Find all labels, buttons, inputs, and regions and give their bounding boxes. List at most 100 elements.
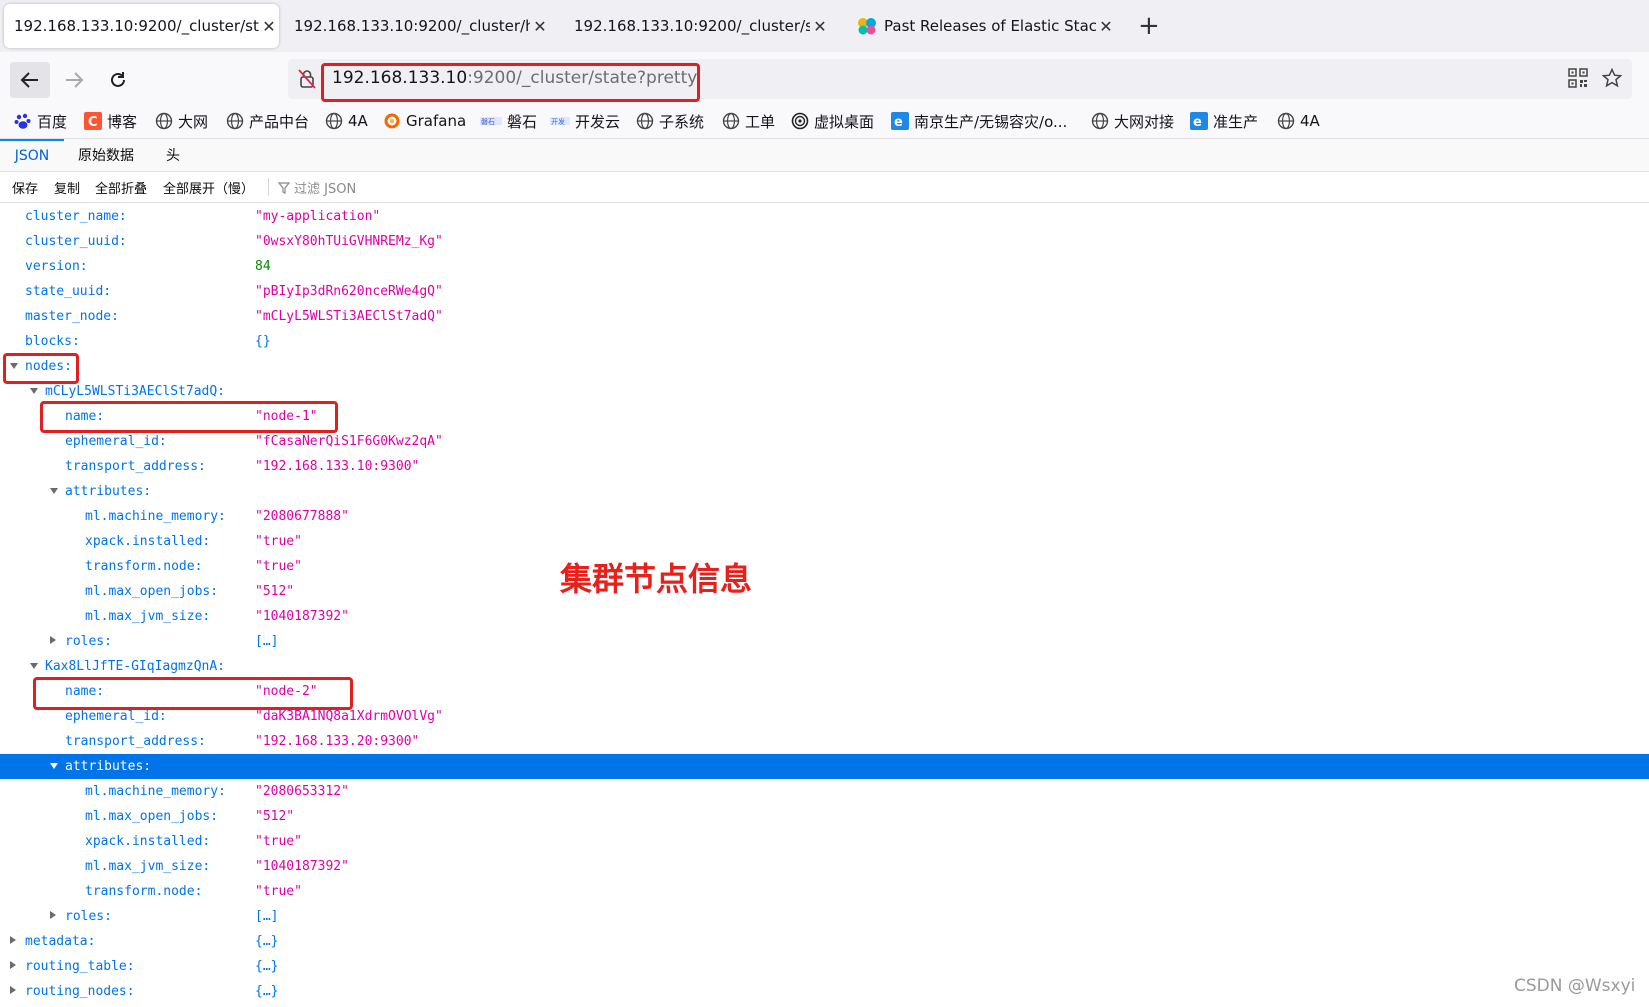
bookmark-item[interactable]: C 博客 xyxy=(84,104,137,138)
bookmark-item[interactable]: 百度 xyxy=(14,104,67,138)
bookmark-item[interactable]: 大网对接 xyxy=(1091,104,1174,138)
json-row[interactable]: attributes: xyxy=(0,479,1649,504)
bookmark-item[interactable]: 开发 开发云 xyxy=(550,104,620,138)
reload-button[interactable] xyxy=(98,62,138,98)
json-key: cluster_name: xyxy=(25,209,127,224)
json-row[interactable]: transform.node: "true" xyxy=(0,554,1649,579)
expand-toggle-closed-icon[interactable] xyxy=(10,961,16,969)
tab-json[interactable]: JSON xyxy=(0,139,64,171)
json-row[interactable]: ml.machine_memory: "2080653312" xyxy=(0,779,1649,804)
bookmark-label: 大网 xyxy=(178,112,209,131)
json-value: "pBIyIp3dRn620nceRWe4gQ" xyxy=(255,284,443,299)
save-button[interactable]: 保存 xyxy=(12,178,38,197)
bookmark-item[interactable]: Grafana xyxy=(383,104,466,138)
bookmark-label: 虚拟桌面 xyxy=(814,112,875,131)
json-row[interactable]: version: 84 xyxy=(0,254,1649,279)
tab-elastic-releases[interactable]: Past Releases of Elastic Stack ✕ xyxy=(846,4,1116,48)
json-row[interactable]: ml.max_open_jobs: "512" xyxy=(0,804,1649,829)
expand-toggle-open-icon[interactable] xyxy=(30,663,38,669)
expand-toggle-closed-icon[interactable] xyxy=(50,636,56,644)
json-row[interactable]: state_uuid: "pBIyIp3dRn620nceRWe4gQ" xyxy=(0,279,1649,304)
json-row[interactable]: transform.node: "true" xyxy=(0,879,1649,904)
bookmark-label: 博客 xyxy=(107,112,138,131)
bookmark-item[interactable]: 磐石 磐石 xyxy=(480,104,537,138)
filter-json-input[interactable]: 过滤 JSON xyxy=(278,178,356,197)
close-icon[interactable]: ✕ xyxy=(810,17,830,36)
tab-headers[interactable]: 头 xyxy=(166,139,180,171)
bookmark-label: 4A xyxy=(1300,112,1320,130)
bookmark-label: 子系统 xyxy=(659,112,705,131)
desktop-icon xyxy=(791,112,809,130)
bookmark-item[interactable]: 虚拟桌面 xyxy=(791,104,874,138)
json-row[interactable]: routing_table: {…} xyxy=(0,954,1649,979)
expand-toggle-open-icon[interactable] xyxy=(50,763,58,769)
bookmark-item[interactable]: 产品中台 xyxy=(226,104,309,138)
json-row[interactable]: Kax8LlJfTE-GIqIagmzQnA: xyxy=(0,654,1649,679)
tab-cluster-health[interactable]: 192.168.133.10:9200/_cluster/health ✕ xyxy=(284,4,550,48)
json-row[interactable]: xpack.installed: "true" xyxy=(0,529,1649,554)
expand-toggle-open-icon[interactable] xyxy=(30,388,38,394)
close-icon[interactable]: ✕ xyxy=(259,17,279,36)
tab-raw-data[interactable]: 原始数据 xyxy=(78,139,134,171)
json-row[interactable]: nodes: xyxy=(0,354,1649,379)
json-row[interactable]: xpack.installed: "true" xyxy=(0,829,1649,854)
back-button[interactable] xyxy=(10,62,50,98)
json-row[interactable]: transport_address: "192.168.133.10:9300" xyxy=(0,454,1649,479)
json-key: attributes: xyxy=(65,759,152,774)
forward-button[interactable] xyxy=(54,62,94,98)
close-icon[interactable]: ✕ xyxy=(530,17,550,36)
json-value: {} xyxy=(255,334,271,349)
bookmark-item[interactable]: e 准生产 xyxy=(1190,104,1258,138)
forward-arrow-icon xyxy=(66,72,84,88)
expand-toggle-closed-icon[interactable] xyxy=(50,911,56,919)
insecure-lock-icon[interactable] xyxy=(298,69,316,93)
globe-icon xyxy=(155,112,173,130)
bookmark-item[interactable]: 4A xyxy=(1277,104,1320,138)
json-value: {…} xyxy=(255,959,279,974)
tab-cluster-state-1[interactable]: 192.168.133.10:9200/_cluster/state ✕ xyxy=(4,4,279,48)
json-value: "1040187392" xyxy=(255,609,349,624)
json-row[interactable]: ml.machine_memory: "2080677888" xyxy=(0,504,1649,529)
bookmark-item[interactable]: 子系统 xyxy=(636,104,704,138)
json-row[interactable]: blocks: {} xyxy=(0,329,1649,354)
json-value: {…} xyxy=(255,934,279,949)
new-tab-plus-icon[interactable]: + xyxy=(1138,12,1160,40)
globe-icon xyxy=(636,112,654,130)
close-icon[interactable]: ✕ xyxy=(1096,17,1116,36)
bookmark-item[interactable]: 4A xyxy=(325,104,368,138)
json-row[interactable]: cluster_uuid: "0wsxY80hTUiGVHNREMz_Kg" xyxy=(0,229,1649,254)
json-row[interactable]: roles: […] xyxy=(0,629,1649,654)
json-row[interactable]: roles: […] xyxy=(0,904,1649,929)
json-row[interactable]: routing_nodes: {…} xyxy=(0,979,1649,1004)
json-row[interactable]: ml.max_jvm_size: "1040187392" xyxy=(0,854,1649,879)
bookmark-label: 大网对接 xyxy=(1114,112,1175,131)
back-arrow-icon xyxy=(20,72,38,88)
bookmark-item[interactable]: 工单 xyxy=(722,104,775,138)
filter-placeholder: 过滤 JSON xyxy=(294,182,357,197)
json-row[interactable]: master_node: "mCLyL5WLSTi3AEClSt7adQ" xyxy=(0,304,1649,329)
qr-code-icon[interactable] xyxy=(1568,68,1588,92)
expand-all-button[interactable]: 全部展开（慢） xyxy=(163,178,254,197)
json-row[interactable]: metadata: {…} xyxy=(0,929,1649,954)
bookmark-item[interactable]: e 南京生产/无锡容灾/o... xyxy=(891,104,1067,138)
expand-toggle-closed-icon[interactable] xyxy=(10,986,16,994)
json-row[interactable]: attributes: xyxy=(0,754,1649,779)
expand-toggle-open-icon[interactable] xyxy=(50,488,58,494)
csdn-icon: C xyxy=(84,112,102,130)
collapse-all-button[interactable]: 全部折叠 xyxy=(95,178,147,197)
edge-icon: e xyxy=(1190,112,1208,130)
json-key: transform.node: xyxy=(85,559,203,574)
json-row[interactable]: cluster_name: "my-application" xyxy=(0,204,1649,229)
expand-toggle-closed-icon[interactable] xyxy=(10,936,16,944)
tab-cluster-state-2[interactable]: 192.168.133.10:9200/_cluster/state ✕ xyxy=(564,4,830,48)
bookmark-label: Grafana xyxy=(406,112,467,130)
json-row[interactable]: transport_address: "192.168.133.20:9300" xyxy=(0,729,1649,754)
json-row[interactable]: ml.max_open_jobs: "512" xyxy=(0,579,1649,604)
copy-button[interactable]: 复制 xyxy=(54,178,80,197)
json-value: "2080653312" xyxy=(255,784,349,799)
bookmark-star-icon[interactable] xyxy=(1601,67,1623,92)
json-key: version: xyxy=(25,259,88,274)
json-row[interactable]: ml.max_jvm_size: "1040187392" xyxy=(0,604,1649,629)
bookmark-item[interactable]: 大网 xyxy=(155,104,208,138)
json-value: "my-application" xyxy=(255,209,381,224)
